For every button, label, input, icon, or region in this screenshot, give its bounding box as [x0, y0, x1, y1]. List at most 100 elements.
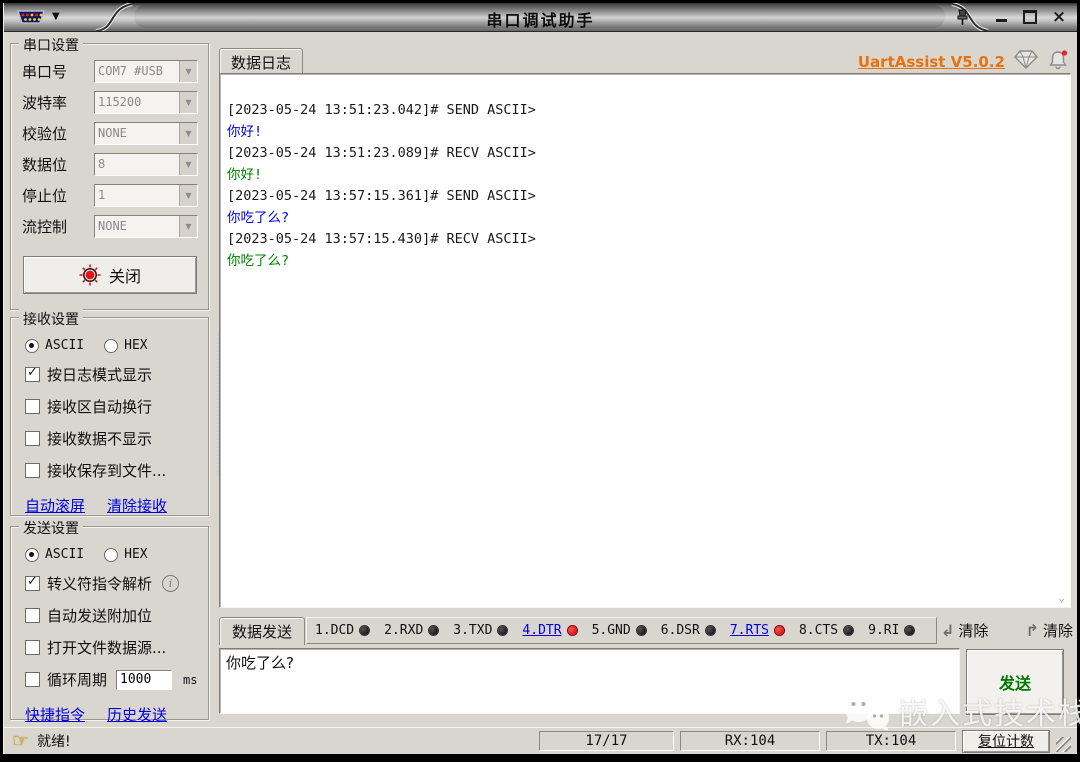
pin-gnd-indicator-icon — [636, 626, 646, 635]
stopbits-select[interactable]: 1 ▼ — [94, 184, 198, 207]
recv-hex-radio[interactable] — [104, 338, 119, 353]
clear-receive-label: 清除 — [958, 622, 989, 640]
uartassist-version-link[interactable]: UartAssist V5.0.2 — [858, 53, 1005, 71]
clear-receive-button[interactable]: ↲ 清除 — [941, 620, 988, 641]
auto-append-label: 自动发送附加位 — [47, 607, 153, 625]
log-line: [2023-05-24 13:57:15.361]# SEND ASCII> — [227, 188, 536, 204]
window-title: 串口调试助手 — [486, 11, 595, 30]
file-source-label: 打开文件数据源... — [47, 639, 167, 657]
status-bar: ☞ 就绪! 17/17 RX:104 TX:104 复位计数 — [4, 727, 1077, 754]
scroll-down-arrow-icon[interactable]: ⌄ — [1058, 591, 1065, 604]
hide-recv-label: 接收数据不显示 — [47, 430, 153, 448]
file-source-checkbox[interactable] — [25, 640, 40, 655]
receive-settings-group: 接收设置 ASCII HEX 按日志模式显示 接收区自动换行 接收数据不显示 接… — [10, 309, 209, 516]
pin-dsr-indicator-icon — [705, 626, 715, 635]
auto-wrap-checkbox[interactable] — [25, 399, 40, 414]
resize-grip[interactable] — [1056, 737, 1071, 752]
auto-append-checkbox[interactable] — [25, 608, 40, 623]
cycle-period-input[interactable] — [116, 669, 173, 690]
send-hex-label: HEX — [124, 547, 148, 562]
pin-ri-indicator-icon — [905, 626, 915, 635]
history-send-link[interactable]: 历史发送 — [107, 704, 167, 725]
chevron-down-icon[interactable]: ▼ — [179, 61, 197, 82]
close-port-label: 关闭 — [108, 267, 141, 286]
clear-send-label: 清除 — [1042, 622, 1073, 640]
escape-parse-checkbox[interactable] — [25, 574, 40, 591]
title-bar: ▼ 串口调试助手 × — [4, 3, 1077, 32]
send-ascii-label: ASCII — [45, 547, 85, 562]
send-button[interactable]: 发送 — [966, 649, 1064, 715]
send-settings-group: 发送设置 ASCII HEX 转义符指令解析 i 自动发送附加位 打开文件数据源… — [10, 518, 209, 724]
send-ascii-radio[interactable] — [25, 547, 39, 562]
pin-cts-indicator-icon — [844, 626, 854, 635]
pin-rts[interactable]: 7.RTS — [730, 623, 784, 638]
send-data-input[interactable]: 你吃了么? — [219, 648, 960, 714]
send-settings-title: 发送设置 — [19, 518, 83, 538]
recv-ascii-label: ASCII — [45, 338, 85, 353]
auto-scroll-link[interactable]: 自动滚屏 — [25, 495, 85, 516]
notification-bell-icon[interactable] — [1047, 49, 1069, 74]
send-hex-radio[interactable] — [104, 547, 119, 562]
parity-select[interactable]: NONE ▼ — [94, 122, 198, 145]
close-window-button[interactable]: × — [1051, 7, 1067, 27]
databits-select[interactable]: 8 ▼ — [94, 153, 198, 176]
status-ready-text: 就绪! — [37, 734, 71, 750]
pin-dcd-indicator-icon — [360, 626, 370, 635]
app-window: ▼ 串口调试助手 × 串口设置 串口号 COM7 #USB ▼ 波特率 1152… — [3, 3, 1080, 754]
log-mode-label: 按日志模式显示 — [47, 366, 153, 384]
flowcontrol-select[interactable]: NONE ▼ — [94, 215, 198, 238]
info-icon[interactable]: i — [162, 575, 180, 592]
baudrate-select[interactable]: 115200 ▼ — [94, 91, 198, 114]
chevron-down-icon[interactable]: ▼ — [179, 185, 197, 206]
pin-dsr: 6.DSR — [661, 623, 715, 638]
cycle-send-label: 循环周期 — [47, 671, 108, 689]
status-rx-count: RX:104 — [680, 731, 820, 751]
port-label: 串口号 — [22, 63, 68, 81]
pin-window-button[interactable] — [951, 7, 973, 27]
maximize-button[interactable] — [1022, 9, 1038, 25]
cycle-send-checkbox[interactable] — [25, 672, 40, 687]
save-to-file-checkbox[interactable] — [25, 463, 40, 478]
pin-rxd-indicator-icon — [429, 626, 439, 635]
reset-count-button[interactable]: 复位计数 — [962, 729, 1050, 753]
chevron-down-icon[interactable]: ▼ — [179, 92, 197, 113]
baudrate-label: 波特率 — [22, 94, 68, 112]
tab-data-log[interactable]: 数据日志 — [219, 48, 303, 75]
chevron-down-icon[interactable]: ▼ — [179, 154, 197, 175]
port-select[interactable]: COM7 #USB ▼ — [94, 60, 198, 83]
tab-data-log-label: 数据日志 — [230, 53, 291, 72]
maximize-icon — [1023, 10, 1037, 24]
hide-recv-checkbox[interactable] — [25, 431, 40, 446]
close-port-button[interactable]: 关闭 — [23, 256, 197, 294]
log-line: 你吃了么? — [227, 252, 290, 269]
pin-dtr-indicator-icon — [567, 626, 577, 635]
chevron-down-icon[interactable]: ▼ — [179, 123, 197, 144]
flowcontrol-label: 流控制 — [22, 218, 68, 236]
pin-gnd: 5.GND — [592, 623, 646, 638]
pin-rxd: 2.RXD — [384, 623, 439, 638]
gem-icon[interactable] — [1014, 49, 1038, 74]
recv-ascii-radio[interactable] — [25, 338, 39, 353]
close-icon: × — [1051, 7, 1067, 27]
pin-rts-indicator-icon — [774, 626, 784, 635]
minimize-button[interactable] — [993, 9, 1009, 25]
pin-txd-indicator-icon — [498, 626, 508, 635]
tab-data-send[interactable]: 数据发送 — [219, 617, 305, 645]
status-tx-count: TX:104 — [826, 731, 956, 751]
log-line: [2023-05-24 13:51:23.089]# RECV ASCII> — [227, 145, 536, 161]
pin-dtr[interactable]: 4.DTR — [522, 623, 577, 638]
auto-wrap-label: 接收区自动换行 — [47, 398, 153, 416]
clear-receive-link[interactable]: 清除接收 — [107, 495, 167, 516]
chevron-down-icon[interactable]: ▼ — [179, 216, 197, 237]
arrow-up-icon: ↱ — [1025, 621, 1039, 640]
data-log-view[interactable]: [2023-05-24 13:51:23.042]# SEND ASCII> 你… — [219, 73, 1071, 608]
quick-commands-link[interactable]: 快捷指令 — [25, 704, 85, 725]
status-counter: 17/17 — [539, 731, 674, 751]
log-mode-checkbox[interactable] — [25, 365, 40, 382]
pin-ri: 9.RI — [868, 623, 915, 638]
pointing-hand-icon: ☞ — [12, 730, 30, 752]
clear-send-button[interactable]: ↱ 清除 — [1026, 620, 1073, 641]
databits-label: 数据位 — [22, 156, 68, 174]
pin-txd: 3.TXD — [453, 623, 508, 638]
port-open-indicator-icon — [79, 264, 101, 286]
